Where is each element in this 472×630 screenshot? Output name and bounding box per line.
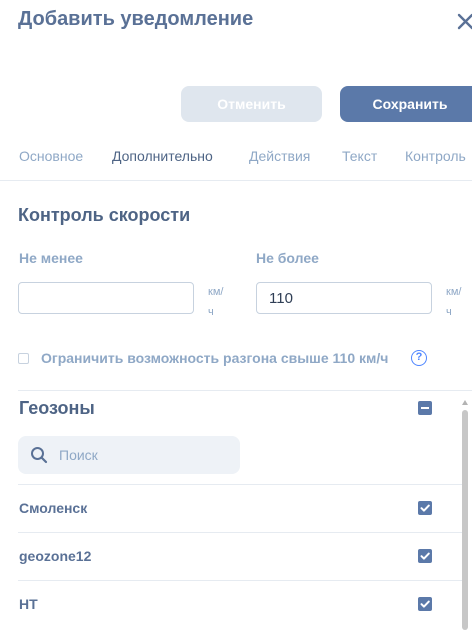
list-item[interactable]: geozone12 xyxy=(18,532,462,581)
limit-acceleration-checkbox[interactable] xyxy=(18,353,29,364)
geozone-checkbox[interactable] xyxy=(418,549,432,563)
min-speed-label: Не менее xyxy=(19,250,83,266)
collapse-geozones-button[interactable] xyxy=(418,401,432,415)
scrollbar[interactable] xyxy=(462,400,468,630)
search-icon xyxy=(31,447,48,464)
geozone-search[interactable]: Поиск xyxy=(18,436,240,474)
tab-basic[interactable]: Основное xyxy=(19,148,83,164)
unit-line-2: ч xyxy=(208,306,214,318)
close-button[interactable] xyxy=(452,8,472,36)
min-speed-input[interactable] xyxy=(18,282,194,314)
scrollbar-thumb[interactable] xyxy=(462,410,468,630)
geozone-name: geozone12 xyxy=(19,548,92,564)
max-speed-input[interactable]: 110 xyxy=(256,282,432,314)
min-speed-unit: км/ ч xyxy=(208,282,232,322)
unit-line-2: ч xyxy=(446,306,452,318)
limit-acceleration-label[interactable]: Ограничить возможность разгона свыше 110… xyxy=(41,350,388,366)
geozones-title: Геозоны xyxy=(19,398,95,418)
geozone-checkbox[interactable] xyxy=(418,597,432,611)
check-icon xyxy=(420,552,430,560)
tab-text[interactable]: Текст xyxy=(342,148,377,164)
help-icon[interactable]: ? xyxy=(411,350,427,366)
geozone-name: Смоленск xyxy=(19,500,88,516)
geozone-checkbox[interactable] xyxy=(418,501,432,515)
divider xyxy=(18,390,472,391)
list-item[interactable]: Смоленск xyxy=(18,484,462,533)
tab-bar: Основное Дополнительно Действия Текст Ко… xyxy=(0,140,472,181)
geozone-name: НТ xyxy=(19,596,38,612)
scroll-up-icon[interactable] xyxy=(462,400,468,405)
close-icon xyxy=(457,13,472,30)
max-speed-unit: км/ ч xyxy=(446,282,470,322)
save-button[interactable]: Сохранить xyxy=(340,86,472,122)
check-icon xyxy=(420,504,430,512)
cancel-button[interactable]: Отменить xyxy=(181,86,322,122)
unit-line-1: км/ xyxy=(208,286,224,298)
speed-control-title: Контроль скорости xyxy=(18,205,191,225)
tab-additional[interactable]: Дополнительно xyxy=(112,148,213,164)
list-item[interactable]: НТ xyxy=(18,580,462,629)
unit-line-1: км/ xyxy=(446,286,462,298)
dialog-title: Добавить уведомление xyxy=(18,8,254,30)
search-input[interactable]: Поиск xyxy=(59,447,98,463)
tab-control[interactable]: Контроль xyxy=(405,148,466,164)
check-icon xyxy=(420,600,430,608)
tab-actions[interactable]: Действия xyxy=(249,148,310,164)
max-speed-label: Не более xyxy=(256,250,319,266)
